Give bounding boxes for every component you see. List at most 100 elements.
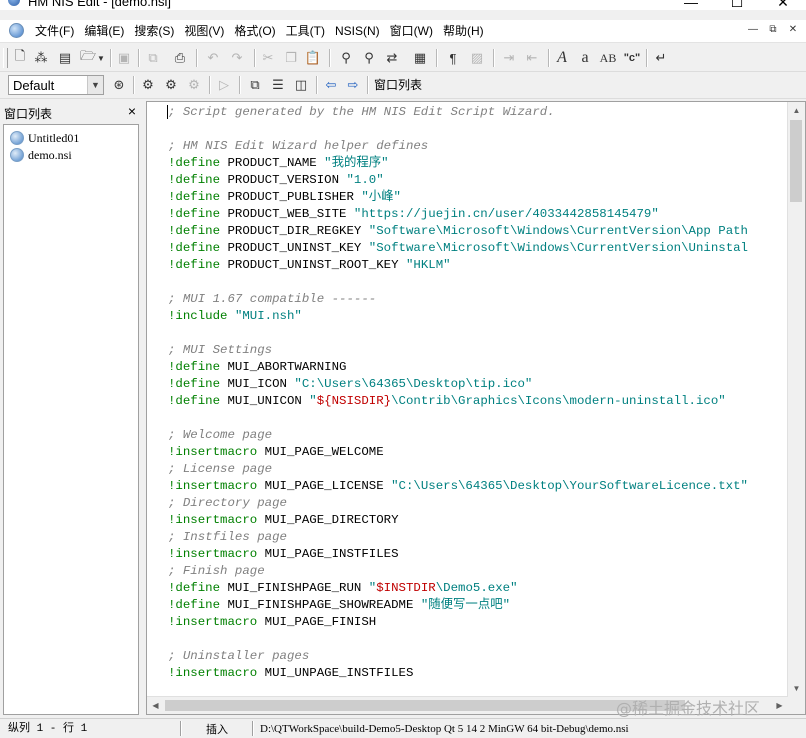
scroll-left-icon[interactable]: ◀: [147, 697, 164, 714]
toolbar-grip[interactable]: [3, 48, 8, 68]
quote-icon[interactable]: "c": [622, 48, 642, 68]
code-line[interactable]: ; MUI Settings: [168, 342, 272, 359]
code-line[interactable]: !define PRODUCT_WEB_SITE "https://juejin…: [168, 206, 659, 223]
code-line[interactable]: !insertmacro MUI_PAGE_DIRECTORY: [168, 512, 399, 529]
code-token-comment: ; Welcome page: [168, 428, 273, 442]
print-icon[interactable]: ⎙: [170, 48, 190, 68]
menu-item-8[interactable]: 帮助(H): [438, 20, 489, 42]
cut-icon[interactable]: ✂: [258, 48, 278, 68]
vertical-scroll-thumb[interactable]: [790, 120, 802, 202]
replace-icon[interactable]: ⇄: [382, 48, 402, 68]
paragraph-icon[interactable]: ¶: [443, 48, 463, 68]
lowercase-icon[interactable]: a: [575, 48, 595, 68]
code-line[interactable]: !define MUI_ICON "C:\Users\64365\Desktop…: [168, 376, 532, 393]
code-line[interactable]: ; HM NIS Edit Wizard helper defines: [168, 138, 428, 155]
code-line[interactable]: ; Instfiles page: [168, 529, 287, 546]
code-line[interactable]: !define PRODUCT_PUBLISHER "小峰": [168, 189, 401, 206]
maximize-button[interactable]: ☐: [714, 0, 760, 10]
template-icon[interactable]: ▤: [55, 48, 75, 68]
menu-item-7[interactable]: 窗口(W): [385, 20, 438, 42]
mdi-minimize-button[interactable]: —: [746, 23, 760, 37]
list-item[interactable]: demo.nsi: [10, 147, 72, 163]
horizontal-scroll-thumb[interactable]: [165, 700, 685, 711]
show-whitespace-icon[interactable]: ▨: [467, 48, 487, 68]
paste-icon[interactable]: 📋: [303, 48, 323, 68]
code-line[interactable]: !insertmacro MUI_PAGE_LICENSE "C:\Users\…: [168, 478, 748, 495]
menu-item-3[interactable]: 视图(V): [179, 20, 229, 42]
undo-icon[interactable]: ↶: [203, 48, 223, 68]
code-line[interactable]: ; Uninstaller pages: [168, 648, 309, 665]
menu-item-0[interactable]: 文件(F): [30, 20, 79, 42]
find-next-icon[interactable]: ⚲: [359, 48, 379, 68]
compile-run-icon[interactable]: ⚙: [161, 75, 181, 95]
mdi-close-button[interactable]: ✕: [786, 23, 800, 37]
code-line[interactable]: !insertmacro MUI_PAGE_FINISH: [168, 614, 376, 631]
font-combo[interactable]: Default ▼: [8, 75, 104, 95]
run-icon[interactable]: ▷: [214, 75, 234, 95]
code-line[interactable]: !insertmacro MUI_UNPAGE_INSTFILES: [168, 665, 413, 682]
code-token-comment: ; MUI 1.67 compatible ------: [168, 292, 377, 306]
code-line[interactable]: ; Directory page: [168, 495, 287, 512]
code-line[interactable]: ; Script generated by the HM NIS Edit Sc…: [168, 104, 555, 121]
menu-item-4[interactable]: 格式(O): [229, 20, 280, 42]
outdent-icon[interactable]: ⇤: [522, 48, 542, 68]
new-file-icon[interactable]: 🗋: [10, 48, 30, 68]
code-line[interactable]: !insertmacro MUI_PAGE_INSTFILES: [168, 546, 399, 563]
copy-icon[interactable]: ❐: [281, 48, 301, 68]
minimize-button[interactable]: —: [668, 0, 714, 10]
menu-item-2[interactable]: 搜索(S): [129, 20, 179, 42]
save-icon[interactable]: ▣: [114, 48, 134, 68]
code-line[interactable]: !define MUI_ABORTWARNING: [168, 359, 346, 376]
menu-item-6[interactable]: NSIS(N): [330, 20, 385, 42]
code-line[interactable]: !include "MUI.nsh": [168, 308, 302, 325]
close-window-button[interactable]: ✕: [760, 0, 806, 10]
cascade-icon[interactable]: ⧉: [245, 75, 265, 95]
code-line[interactable]: !define MUI_FINISHPAGE_SHOWREADME "随便写一点…: [168, 597, 510, 614]
code-line[interactable]: !insertmacro MUI_PAGE_WELCOME: [168, 444, 384, 461]
scroll-right-icon[interactable]: ▶: [771, 697, 788, 714]
code-line[interactable]: !define MUI_FINISHPAGE_RUN "$INSTDIR\Dem…: [168, 580, 518, 597]
menu-item-5[interactable]: 工具(T): [281, 20, 330, 42]
insert-file-icon[interactable]: ▦: [410, 48, 430, 68]
proper-case-icon[interactable]: AB: [598, 48, 618, 68]
code-line[interactable]: !define PRODUCT_DIR_REGKEY "Software\Mic…: [168, 223, 748, 240]
document-icon[interactable]: [9, 23, 24, 38]
code-token-str: "Software\Microsoft\Windows\CurrentVersi…: [368, 224, 748, 238]
indent-icon[interactable]: ⇥: [499, 48, 519, 68]
open-folder-icon[interactable]: 🗁: [78, 48, 98, 68]
code-line[interactable]: ; MUI 1.67 compatible ------: [168, 291, 376, 308]
stop-compile-icon[interactable]: ⚙: [184, 75, 204, 95]
menu-item-1[interactable]: 编辑(E): [79, 20, 129, 42]
code-token-plain: MUI_UNPAGE_INSTFILES: [257, 666, 414, 680]
code-line[interactable]: !define PRODUCT_UNINST_ROOT_KEY "HKLM": [168, 257, 451, 274]
wizard-icon[interactable]: ⁂: [31, 48, 51, 68]
tile-vertical-icon[interactable]: ◫: [291, 75, 311, 95]
list-item[interactable]: Untitled01: [10, 130, 79, 146]
panel-close-icon[interactable]: ×: [128, 103, 136, 119]
window-list-button[interactable]: 窗口列表: [371, 75, 425, 95]
save-all-icon[interactable]: ⧉: [143, 48, 163, 68]
find-icon[interactable]: ⚲: [336, 48, 356, 68]
code-line[interactable]: ; Welcome page: [168, 427, 272, 444]
code-line[interactable]: !define PRODUCT_NAME "我的程序": [168, 155, 389, 172]
scroll-up-icon[interactable]: ▲: [788, 102, 805, 119]
vertical-scrollbar[interactable]: ▲ ▼: [787, 102, 805, 697]
code-line[interactable]: !define PRODUCT_VERSION "1.0": [168, 172, 384, 189]
word-wrap-icon[interactable]: ↵: [651, 48, 671, 68]
chevron-down-icon[interactable]: ▼: [87, 76, 103, 94]
scroll-down-icon[interactable]: ▼: [788, 680, 805, 697]
uppercase-icon[interactable]: A: [552, 48, 572, 68]
previous-window-icon[interactable]: ⇦: [321, 75, 341, 95]
next-window-icon[interactable]: ⇨: [343, 75, 363, 95]
syntax-icon[interactable]: ⊛: [109, 75, 129, 95]
compile-icon[interactable]: ⚙: [138, 75, 158, 95]
code-line[interactable]: !define MUI_UNICON "${NSISDIR}\Contrib\G…: [168, 393, 726, 410]
code-line[interactable]: ; License page: [168, 461, 272, 478]
mdi-restore-button[interactable]: ⧉: [766, 23, 780, 37]
redo-icon[interactable]: ↷: [227, 48, 247, 68]
open-dropdown-icon[interactable]: ▼: [96, 48, 106, 68]
code-editor[interactable]: ; Script generated by the HM NIS Edit Sc…: [146, 101, 806, 715]
tile-horizontal-icon[interactable]: ☰: [268, 75, 288, 95]
code-line[interactable]: ; Finish page: [168, 563, 265, 580]
code-line[interactable]: !define PRODUCT_UNINST_KEY "Software\Mic…: [168, 240, 748, 257]
